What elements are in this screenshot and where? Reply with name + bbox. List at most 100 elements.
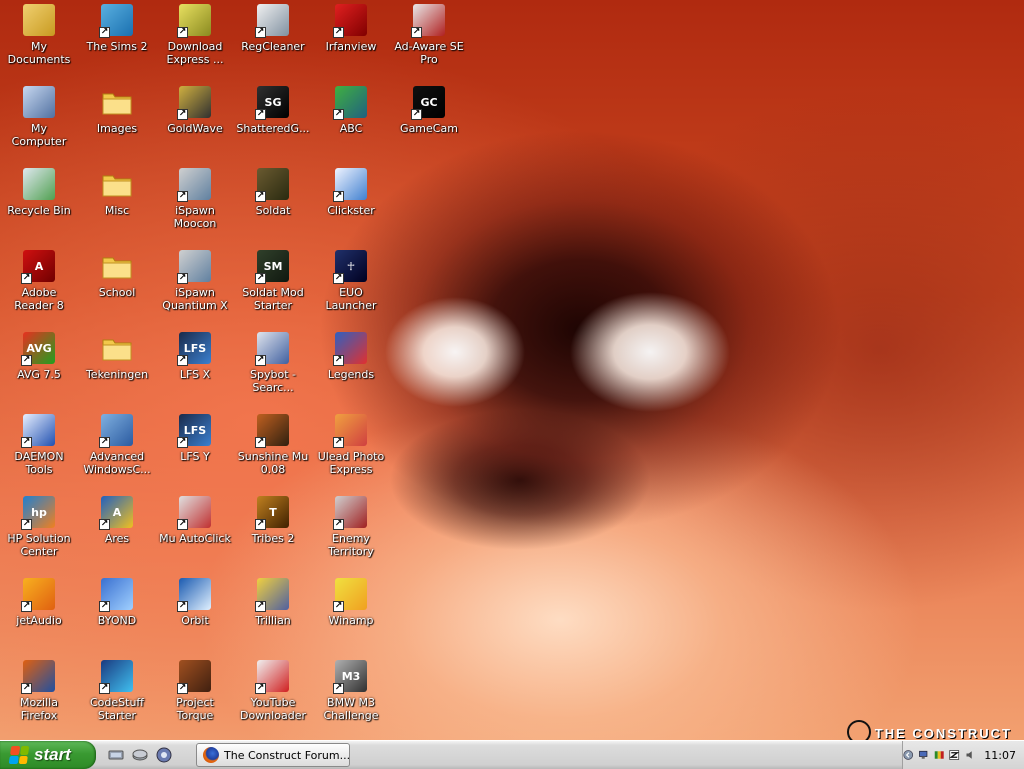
desktop-icon-gamecam[interactable]: GC ↗ GameCam: [390, 86, 468, 135]
youtube-downloader-icon: ↗: [255, 660, 289, 694]
desktop-icon-enemy-territory[interactable]: ↗ Enemy Territory: [312, 496, 390, 558]
desktop-icon-hp-solution-center[interactable]: hp ↗ HP Solution Center: [0, 496, 78, 558]
desktop-icon-project-torque[interactable]: ↗ Project Torque: [156, 660, 234, 722]
shortcut-arrow-icon: ↗: [177, 191, 188, 202]
desktop-icon-soldat[interactable]: ↗ Soldat: [234, 168, 312, 217]
desktop-icon-byond[interactable]: ↗ BYOND: [78, 578, 156, 627]
zonealarm-icon[interactable]: [949, 748, 960, 762]
desktop-icon-label: iSpawn Quantium X: [162, 286, 228, 312]
task-button-firefox[interactable]: The Construct Forum...: [196, 743, 350, 767]
shortcut-arrow-icon: ↗: [411, 27, 422, 38]
desktop-icon-legends[interactable]: ↗ Legends: [312, 332, 390, 381]
desktop-icon-label: Orbit: [181, 614, 209, 627]
desktop-icon-codestuff-starter[interactable]: ↗ CodeStuff Starter: [78, 660, 156, 722]
desktop-icon-images[interactable]: Images: [78, 86, 156, 135]
desktop-icon-label: ShatteredG...: [236, 122, 310, 135]
system-tray: 11:07: [902, 741, 1024, 769]
desktop-icon-bmw-m3-challenge[interactable]: M3 ↗ BMW M3 Challenge: [312, 660, 390, 722]
desktop-icon-ad-aware-se-pro[interactable]: ↗ Ad-Aware SE Pro: [390, 4, 468, 66]
desktop-icon-recycle-bin[interactable]: Recycle Bin: [0, 168, 78, 217]
desktop-icon-label: Clickster: [327, 204, 375, 217]
desktop-icon-irfanview[interactable]: ↗ Irfanview: [312, 4, 390, 53]
clock[interactable]: 11:07: [984, 749, 1016, 762]
my-computer-icon: [23, 86, 55, 118]
mu-autoclick-icon: ↗: [177, 496, 211, 530]
desktop-icon-my-documents[interactable]: My Documents: [0, 4, 78, 66]
shortcut-arrow-icon: ↗: [255, 601, 266, 612]
desktop-icon-goldwave[interactable]: ↗ GoldWave: [156, 86, 234, 135]
shortcut-arrow-icon: ↗: [177, 273, 188, 284]
desktop-icon-trillian[interactable]: ↗ Trillian: [234, 578, 312, 627]
start-button[interactable]: start: [0, 741, 96, 769]
desktop-icon-jetaudio[interactable]: ↗ jetAudio: [0, 578, 78, 627]
desktop-icon-lfs-y[interactable]: LFS ↗ LFS Y: [156, 414, 234, 463]
shortcut-arrow-icon: ↗: [21, 273, 32, 284]
desktop-icon-tekeningen[interactable]: Tekeningen: [78, 332, 156, 381]
shortcut-arrow-icon: ↗: [333, 191, 344, 202]
desktop-icon-lfs-x[interactable]: LFS ↗ LFS X: [156, 332, 234, 381]
desktop-icon-sunshine-mu-0-08[interactable]: ↗ Sunshine Mu 0.08: [234, 414, 312, 476]
folder-icon: [101, 332, 133, 364]
desktop-icon-regcleaner[interactable]: ↗ RegCleaner: [234, 4, 312, 53]
show-desktop-icon[interactable]: [108, 747, 124, 763]
desktop-icon-spybot-searc[interactable]: ↗ Spybot - Searc...: [234, 332, 312, 394]
desktop-icon-label: DAEMON Tools: [14, 450, 64, 476]
desktop-icon-label: Adobe Reader 8: [14, 286, 64, 312]
desktop-icon-label: Misc: [104, 204, 130, 217]
legends-icon: ↗: [333, 332, 367, 366]
advanced-windows-icon: ↗: [99, 414, 133, 448]
desktop-icon-mozilla-firefox[interactable]: ↗ Mozilla Firefox: [0, 660, 78, 722]
desktop-icon-label: Recycle Bin: [7, 204, 71, 217]
construct-watermark: THE CONSTRUCT: [846, 720, 1012, 740]
desktop-icon-ares[interactable]: A ↗ Ares: [78, 496, 156, 545]
hp-icon: hp ↗: [21, 496, 55, 530]
desktop-icon-soldat-mod-starter[interactable]: SM ↗ Soldat Mod Starter: [234, 250, 312, 312]
desktop-icon-orbit[interactable]: ↗ Orbit: [156, 578, 234, 627]
network-icon[interactable]: [918, 748, 928, 762]
shortcut-arrow-icon: ↗: [177, 27, 188, 38]
desktop-icon-ispawn-moocon[interactable]: ↗ iSpawn Moocon: [156, 168, 234, 230]
browser-quicklaunch-icon[interactable]: [156, 747, 172, 763]
shortcut-arrow-icon: ↗: [177, 519, 188, 530]
desktop-icon-label: My Computer: [11, 122, 67, 148]
desktop-icon-label: LFS Y: [180, 450, 210, 463]
desktop-icon-misc[interactable]: Misc: [78, 168, 156, 217]
shortcut-arrow-icon: ↗: [21, 683, 32, 694]
desktop-icon-abc[interactable]: ↗ ABC: [312, 86, 390, 135]
daemon-tools-icon: ↗: [21, 414, 55, 448]
desktop-icon-school[interactable]: School: [78, 250, 156, 299]
desktop-icon-label: School: [98, 286, 136, 299]
desktop-icon-winamp[interactable]: ↗ Winamp: [312, 578, 390, 627]
shortcut-arrow-icon: ↗: [99, 519, 110, 530]
recycle-bin-icon: [23, 168, 55, 200]
shortcut-arrow-icon: ↗: [255, 519, 266, 530]
shortcut-arrow-icon: ↗: [255, 437, 266, 448]
desktop-icon-ulead-photo-express[interactable]: ↗ Ulead Photo Express: [312, 414, 390, 476]
desktop-icon-adobe-reader-8[interactable]: A ↗ Adobe Reader 8: [0, 250, 78, 312]
desktop-icon-label: HP Solution Center: [7, 532, 71, 558]
desktop-icon-download-express[interactable]: ↗ Download Express ...: [156, 4, 234, 66]
desktop-icon-mu-autoclick[interactable]: ↗ Mu AutoClick: [156, 496, 234, 545]
desktop-icon-tribes-2[interactable]: T ↗ Tribes 2: [234, 496, 312, 545]
taskbar: start The Construct Forum... 11:07: [0, 740, 1024, 769]
desktop-icon-euo-launcher[interactable]: ☥ ↗ EUO Launcher: [312, 250, 390, 312]
desktop-icon-youtube-downloader[interactable]: ↗ YouTube Downloader: [234, 660, 312, 722]
desktop-icon-label: My Documents: [7, 40, 71, 66]
desktop-icon-shatteredg[interactable]: SG ↗ ShatteredG...: [234, 86, 312, 135]
desktop[interactable]: My Documents ↗ The Sims 2 ↗ Download Express…: [0, 0, 1024, 740]
ares-icon: A ↗: [99, 496, 133, 530]
desktop-icon-ispawn-quantium-x[interactable]: ↗ iSpawn Quantium X: [156, 250, 234, 312]
desktop-icon-my-computer[interactable]: My Computer: [0, 86, 78, 148]
desktop-icon-daemon-tools[interactable]: ↗ DAEMON Tools: [0, 414, 78, 476]
desktop-icon-avg-7-5[interactable]: AVG ↗ AVG 7.5: [0, 332, 78, 381]
media-icon[interactable]: [132, 747, 148, 763]
speaker-icon[interactable]: [965, 748, 975, 762]
colors-icon[interactable]: [934, 748, 944, 762]
tray-expand-icon[interactable]: [903, 748, 914, 762]
shortcut-arrow-icon: ↗: [411, 109, 422, 120]
desktop-icon-advanced-windowsc[interactable]: ↗ Advanced WindowsC...: [78, 414, 156, 476]
desktop-icon-label: YouTube Downloader: [240, 696, 306, 722]
desktop-icon-the-sims-2[interactable]: ↗ The Sims 2: [78, 4, 156, 53]
desktop-icon-clickster[interactable]: ↗ Clickster: [312, 168, 390, 217]
sims-icon: ↗: [99, 4, 133, 38]
